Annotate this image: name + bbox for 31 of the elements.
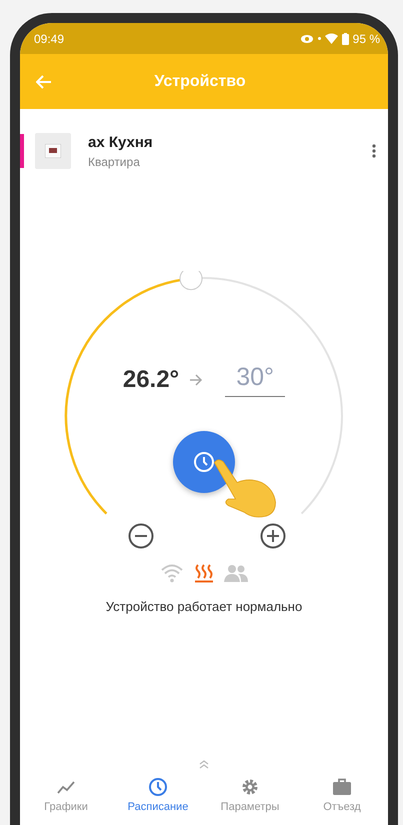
- screen-title: Устройство: [153, 72, 247, 90]
- accent-stripe: [20, 134, 24, 168]
- increase-button[interactable]: [260, 523, 286, 549]
- nav-tab[interactable]: Расписание: [112, 769, 204, 821]
- target-temperature-field[interactable]: 30°: [225, 363, 286, 397]
- battery-level: 95 %: [352, 32, 380, 46]
- device-location: Квартира: [88, 154, 141, 168]
- device-thumbnail: [35, 133, 71, 169]
- arrow-icon: [189, 374, 204, 386]
- current-temperature: 26.2°: [122, 366, 180, 394]
- dot-icon: [318, 37, 321, 40]
- back-arrow-icon: [36, 74, 52, 88]
- status-time: 09:49: [34, 32, 64, 46]
- decrease-button[interactable]: [128, 523, 154, 549]
- settings-icon: [240, 777, 260, 797]
- plus-icon: [260, 523, 286, 549]
- minus-icon: [128, 523, 154, 549]
- device-name: ах Кухня: [88, 134, 154, 150]
- nav-tab[interactable]: Графики: [20, 769, 112, 821]
- briefcase-icon: [332, 777, 352, 797]
- nav-tab[interactable]: Отъезд: [296, 769, 388, 821]
- dial-handle[interactable]: [180, 271, 202, 290]
- schedule-button[interactable]: [173, 431, 235, 493]
- status-message: Устройство работает нормально: [104, 599, 304, 614]
- eye-icon: [300, 34, 314, 44]
- clock-icon: [148, 777, 168, 797]
- wifi-icon: [324, 33, 338, 44]
- clock-icon: [193, 451, 215, 473]
- nav-tab[interactable]: Параметры: [204, 769, 296, 821]
- battery-icon: [342, 32, 349, 44]
- more-icon: [372, 144, 376, 158]
